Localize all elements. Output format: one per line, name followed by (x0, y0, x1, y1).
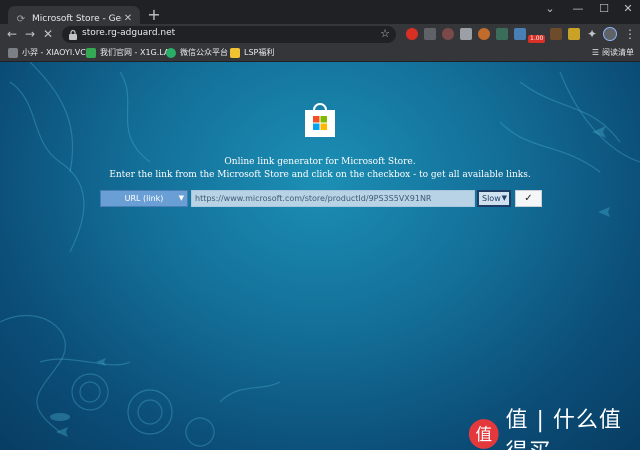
tab-title: Microsoft Store - Generation P (32, 14, 122, 24)
minimize-button[interactable]: — (564, 0, 592, 20)
link-type-value: URL (link) (124, 194, 164, 203)
ring-select[interactable]: Slow ▼ (477, 190, 511, 207)
extension-icon[interactable] (460, 28, 472, 40)
submit-checkmark-button[interactable]: ✓ (515, 190, 542, 207)
chevron-down-icon: ▼ (178, 194, 184, 202)
browser-toolbar: ← → ✕ store.rg-adguard.net ☆ 1.00 ✦ ⋮ (0, 24, 640, 45)
url-text: store.rg-adguard.net (82, 28, 176, 38)
bookmark-favicon-icon (86, 47, 96, 58)
page-headline: Online link generator for Microsoft Stor… (0, 156, 640, 182)
reading-list-icon: ☰ (591, 48, 599, 57)
bookmark-item[interactable]: LSP福利 (230, 47, 274, 58)
forward-button[interactable]: → (22, 26, 38, 42)
chevron-down-icon[interactable]: ⌄ (536, 0, 564, 20)
link-type-select[interactable]: URL (link) ▼ (100, 190, 188, 207)
watermark-logo-glyph: 值 (475, 425, 492, 444)
bookmark-label: 小羿 - XIAOYI.VC (22, 48, 86, 57)
close-window-button[interactable]: ✕ (614, 0, 640, 20)
watermark-text: 值 | 什么值得买 (505, 408, 622, 450)
bookmark-label: 微信公众平台 (180, 48, 228, 57)
extension-icon[interactable] (550, 28, 562, 40)
address-bar[interactable]: store.rg-adguard.net ☆ (62, 26, 396, 43)
puzzle-icon[interactable]: ✦ (584, 26, 600, 42)
ring-value: Slow (482, 194, 501, 203)
stop-loading-button[interactable]: ✕ (40, 26, 56, 42)
headline-line-1: Online link generator for Microsoft Stor… (224, 157, 416, 167)
headline-line-2: Enter the link from the Microsoft Store … (109, 170, 531, 180)
microsoft-store-logo-icon (305, 103, 335, 137)
extension-icon[interactable] (406, 28, 418, 40)
smzdm-logo-icon: 值 (468, 419, 499, 449)
bookmark-star-icon[interactable]: ☆ (380, 27, 390, 40)
extension-icon[interactable] (442, 28, 454, 40)
reading-list-label: 阅读清单 (602, 48, 634, 57)
bookmarks-bar: 小羿 - XIAOYI.VC 我们官网 - X1G.LA 微信公众平台 LSP福… (0, 45, 640, 62)
bookmark-favicon-icon (8, 47, 18, 58)
avatar[interactable] (603, 27, 617, 41)
watermark: 值 值 | 什么值得买 (468, 402, 640, 450)
extension-icon[interactable] (514, 28, 526, 40)
bookmark-item[interactable]: 我们官网 - X1G.LA (86, 47, 169, 58)
extension-icon[interactable] (568, 28, 580, 40)
lock-icon (69, 29, 77, 40)
bookmark-item[interactable]: 小羿 - XIAOYI.VC (8, 47, 86, 58)
bookmark-item[interactable]: 微信公众平台 (166, 47, 228, 58)
web-page: Online link generator for Microsoft Stor… (0, 62, 640, 450)
bookmark-label: LSP福利 (244, 48, 275, 57)
back-button[interactable]: ← (4, 26, 20, 42)
bookmark-label: 我们官网 - X1G.LA (100, 48, 170, 57)
folder-icon (230, 47, 240, 58)
extension-icon[interactable] (424, 28, 436, 40)
extension-icon[interactable] (496, 28, 508, 40)
bookmark-favicon-icon (166, 47, 176, 58)
extension-badge: 1.00 (528, 35, 546, 43)
new-tab-button[interactable]: + (146, 7, 162, 23)
chevron-down-icon: ▼ (501, 194, 507, 202)
menu-icon[interactable]: ⋮ (622, 26, 638, 42)
store-url-input[interactable]: https://www.microsoft.com/store/productI… (191, 190, 475, 207)
reading-list-button[interactable]: ☰ 阅读清单 (592, 47, 634, 58)
extension-icon[interactable] (478, 28, 490, 40)
